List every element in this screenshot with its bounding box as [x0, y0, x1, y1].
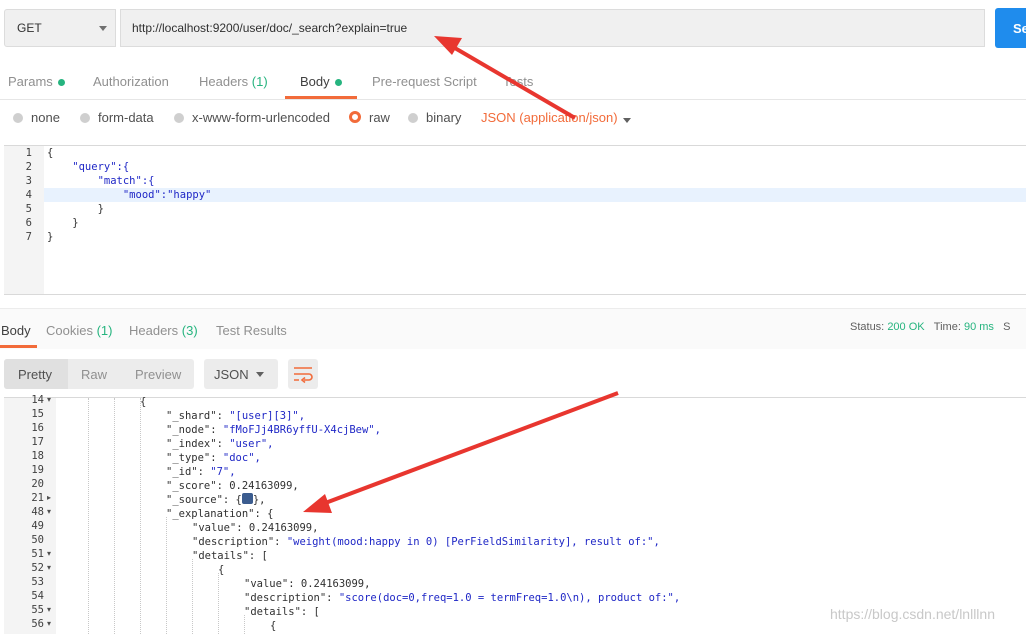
arrow-to-url — [434, 36, 577, 120]
annotation-arrows — [303, 36, 619, 513]
arrow-to-explanation — [303, 391, 619, 513]
